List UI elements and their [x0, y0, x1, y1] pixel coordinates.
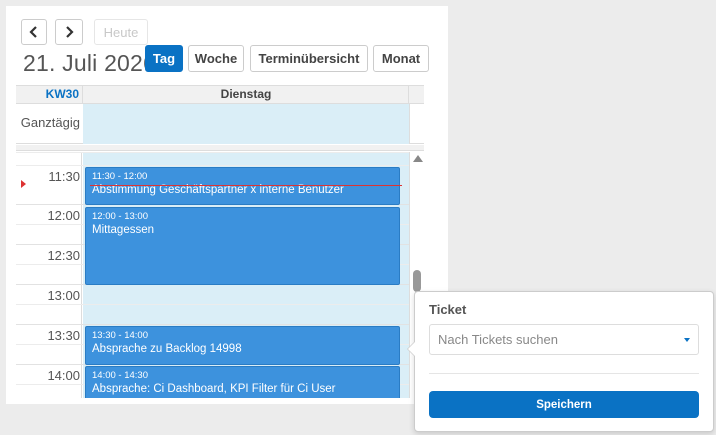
day-header[interactable]: Dienstag — [83, 87, 409, 101]
allday-separator — [16, 145, 424, 151]
calendar-event[interactable]: 13:30 - 14:00 Absprache zu Backlog 14998 — [85, 326, 400, 365]
grid-line — [16, 152, 409, 153]
event-time: 12:00 - 13:00 — [92, 211, 148, 222]
day-calendar: KW30 Dienstag Ganztägig 11:30 12:00 12:3… — [16, 85, 424, 398]
calendar-event[interactable]: 11:30 - 12:00 Abstimmung Geschäftspartne… — [85, 167, 400, 205]
allday-row: Ganztägig — [16, 104, 424, 144]
calendar-header: KW30 Dienstag — [16, 85, 424, 104]
view-week-button[interactable]: Woche — [188, 45, 244, 72]
grid-line — [16, 304, 409, 305]
time-grid: 11:30 12:00 12:30 13:00 13:30 14:00 11:3… — [16, 152, 424, 398]
header-divider — [408, 86, 409, 103]
event-title: Absprache zu Backlog 14998 — [92, 343, 242, 355]
scroll-up-icon[interactable] — [413, 155, 423, 162]
time-label: 13:00 — [47, 288, 80, 303]
allday-label: Ganztägig — [20, 115, 80, 130]
grid-line — [16, 324, 409, 325]
allday-gutter — [409, 104, 424, 144]
event-time: 11:30 - 12:00 — [92, 171, 148, 182]
ticket-search-select[interactable]: Nach Tickets suchen — [429, 324, 699, 355]
view-day-button[interactable]: Tag — [145, 45, 183, 72]
allday-slot[interactable] — [83, 104, 409, 144]
event-title: Mittagessen — [92, 224, 155, 236]
time-label: 12:30 — [47, 248, 80, 263]
grid-line — [16, 165, 409, 166]
week-number[interactable]: KW30 — [16, 87, 82, 101]
view-month-button[interactable]: Monat — [373, 45, 429, 72]
date-title: 21. Juli 2026 — [23, 50, 157, 76]
event-time: 14:00 - 14:30 — [92, 370, 148, 381]
view-agenda-button[interactable]: Terminübersicht — [250, 45, 368, 72]
ticket-select-placeholder: Nach Tickets suchen — [438, 332, 558, 347]
time-column — [16, 152, 82, 398]
current-time-line — [90, 185, 402, 186]
event-time: 13:30 - 14:00 — [92, 330, 148, 341]
calendar-event[interactable]: 14:00 - 14:30 Absprache: Ci Dashboard, K… — [85, 366, 400, 398]
calendar-event[interactable]: 12:00 - 13:00 Mittagessen — [85, 207, 400, 285]
ticket-popover: Ticket Nach Tickets suchen Speichern — [407, 291, 714, 432]
time-label: 13:30 — [47, 328, 80, 343]
time-label: 12:00 — [47, 208, 80, 223]
current-time-marker-icon — [21, 180, 26, 188]
prev-button[interactable] — [21, 19, 47, 45]
popover-divider — [429, 373, 699, 374]
scrollbar-thumb[interactable] — [413, 270, 421, 292]
save-button[interactable]: Speichern — [429, 391, 699, 418]
ticket-label: Ticket — [429, 302, 467, 317]
caret-down-icon — [684, 337, 690, 342]
popover-arrow — [407, 341, 415, 357]
chevron-right-icon — [66, 26, 74, 38]
today-button[interactable]: Heute — [94, 19, 148, 45]
chevron-left-icon — [29, 26, 37, 38]
next-button[interactable] — [55, 19, 83, 45]
time-label: 14:00 — [47, 368, 80, 383]
event-title: Absprache: Ci Dashboard, KPI Filter für … — [92, 383, 336, 395]
